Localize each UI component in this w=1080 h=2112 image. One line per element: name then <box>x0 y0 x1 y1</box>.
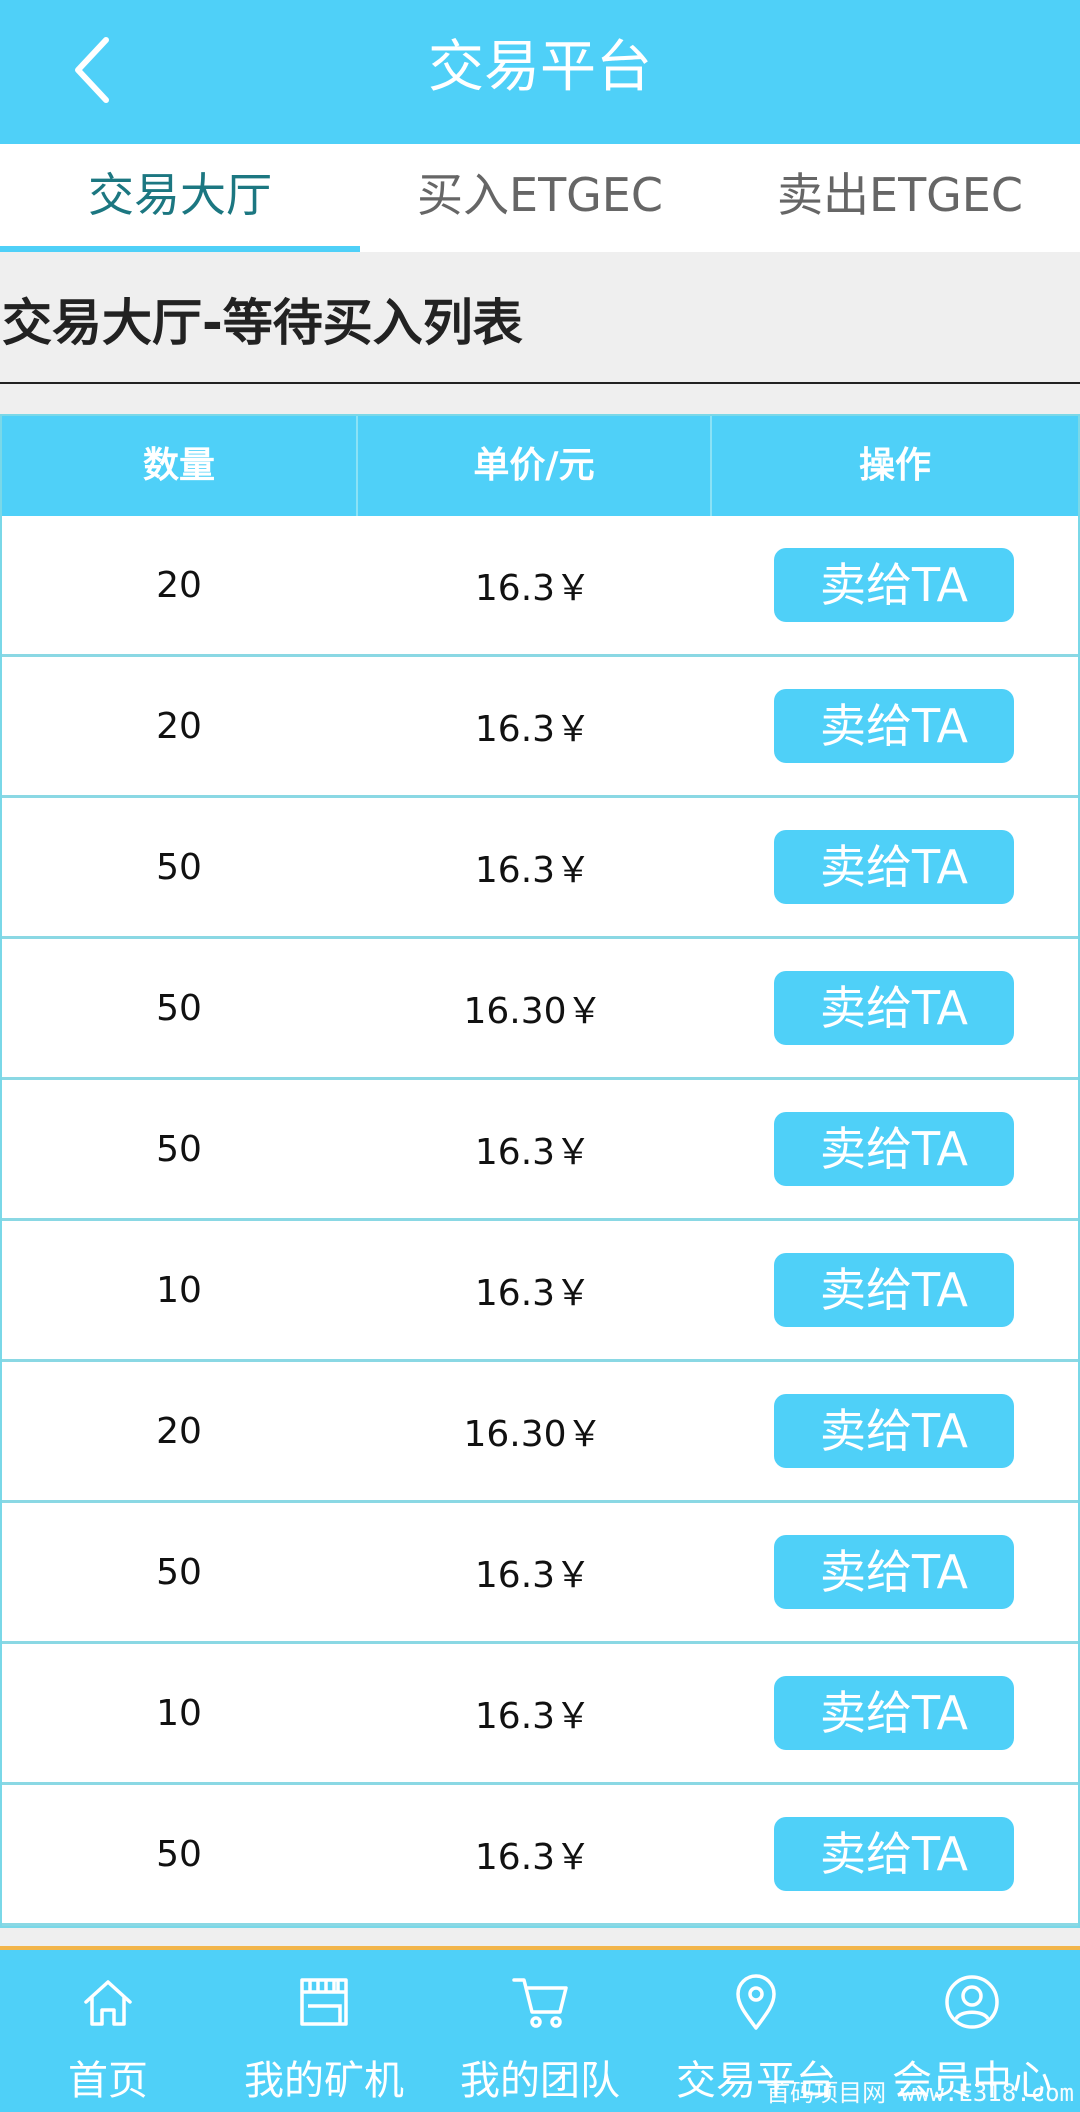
cell-action: 卖给TA <box>710 1112 1078 1186</box>
nav-item-my-miners[interactable]: 我的矿机 <box>216 1950 432 2112</box>
sell-to-buyer-button[interactable]: 卖给TA <box>774 548 1014 622</box>
sell-to-buyer-button[interactable]: 卖给TA <box>774 971 1014 1045</box>
table-row: 20 16.3￥ 卖给TA <box>2 516 1078 657</box>
tab-bar: 交易大厅 买入ETGEC 卖出ETGEC <box>0 144 1080 252</box>
table-row: 50 16.3￥ 卖给TA <box>2 1785 1078 1926</box>
cell-quantity: 50 <box>156 987 202 1029</box>
table-body: 20 16.3￥ 卖给TA 20 16.3￥ 卖给TA 50 16.3￥ 卖给TA 50 16.30… <box>2 516 1078 1926</box>
cell-price: 16.3￥ <box>474 568 592 609</box>
cell-action: 卖给TA <box>710 1676 1078 1750</box>
store-icon <box>300 1978 348 2026</box>
sell-to-buyer-button[interactable]: 卖给TA <box>774 1676 1014 1750</box>
tab-trading-hall[interactable]: 交易大厅 <box>0 144 360 252</box>
page-title: 交易平台 <box>428 35 652 100</box>
cart-icon <box>512 1978 568 2028</box>
cell-action: 卖给TA <box>710 689 1078 763</box>
tab-buy[interactable]: 买入ETGEC <box>360 144 720 252</box>
table-row: 10 16.3￥ 卖给TA <box>2 1644 1078 1785</box>
table-area[interactable]: 数量 单价/元 操作 20 16.3￥ 卖给TA 20 16.3￥ 卖给TA 50 16.3￥… <box>0 384 1080 1946</box>
table-row: 50 16.30￥ 卖给TA <box>2 939 1078 1080</box>
table-row: 20 16.30￥ 卖给TA <box>2 1362 1078 1503</box>
nav-item-home[interactable]: 首页 <box>0 1950 216 2112</box>
cell-action: 卖给TA <box>710 830 1078 904</box>
cell-action: 卖给TA <box>710 1253 1078 1327</box>
home-icon <box>84 1980 132 2026</box>
sell-to-buyer-button[interactable]: 卖给TA <box>774 830 1014 904</box>
table-row: 10 16.3￥ 卖给TA <box>2 1221 1078 1362</box>
cell-price: 16.3￥ <box>474 709 592 750</box>
column-header-quantity: 数量 <box>142 445 215 486</box>
cell-quantity: 10 <box>156 1269 202 1311</box>
nav-label-my-team: 我的团队 <box>460 2058 620 2104</box>
table-row: 20 16.3￥ 卖给TA <box>2 657 1078 798</box>
nav-label-home: 首页 <box>68 2058 148 2104</box>
cell-price: 16.3￥ <box>474 1555 592 1596</box>
nav-label-my-miners: 我的矿机 <box>244 2058 404 2104</box>
cell-price: 16.3￥ <box>474 1273 592 1314</box>
nav-item-my-team[interactable]: 我的团队 <box>432 1950 648 2112</box>
page: 交易平台 交易大厅 买入ETGEC 卖出ETGEC 交易大厅-等待买入列表 数量… <box>0 0 1080 2112</box>
top-bar: 交易平台 <box>0 0 1080 144</box>
column-header-price: 单价/元 <box>356 416 710 516</box>
cell-action: 卖给TA <box>710 1817 1078 1891</box>
cell-price: 16.3￥ <box>474 1696 592 1737</box>
sell-to-buyer-button[interactable]: 卖给TA <box>774 689 1014 763</box>
cell-action: 卖给TA <box>710 1535 1078 1609</box>
user-icon <box>945 1975 999 2029</box>
cell-quantity: 50 <box>156 1833 202 1875</box>
table-row: 50 16.3￥ 卖给TA <box>2 1503 1078 1644</box>
column-header-action: 操作 <box>710 416 1078 516</box>
bottom-nav: 首页 我的矿机 我的团队 交易平台 会员中心 首码项目网 www.E318.co… <box>0 1946 1080 2112</box>
cell-quantity: 50 <box>156 1128 202 1170</box>
cell-price: 16.3￥ <box>474 850 592 891</box>
section-title: 交易大厅-等待买入列表 <box>2 294 523 352</box>
cell-price: 16.30￥ <box>463 1414 603 1455</box>
cell-action: 卖给TA <box>710 971 1078 1045</box>
cell-quantity: 50 <box>156 1551 202 1593</box>
cell-action: 卖给TA <box>710 548 1078 622</box>
cell-quantity: 20 <box>156 564 202 606</box>
table-row: 50 16.3￥ 卖给TA <box>2 1080 1078 1221</box>
sell-to-buyer-button[interactable]: 卖给TA <box>774 1112 1014 1186</box>
cell-price: 16.30￥ <box>463 991 603 1032</box>
sell-to-buyer-button[interactable]: 卖给TA <box>774 1817 1014 1891</box>
sell-to-buyer-button[interactable]: 卖给TA <box>774 1253 1014 1327</box>
tab-sell[interactable]: 卖出ETGEC <box>720 144 1080 252</box>
sell-to-buyer-button[interactable]: 卖给TA <box>774 1394 1014 1468</box>
cell-action: 卖给TA <box>710 1394 1078 1468</box>
cell-quantity: 50 <box>156 846 202 888</box>
section-header: 交易大厅-等待买入列表 <box>0 252 1080 384</box>
cell-quantity: 20 <box>156 705 202 747</box>
sell-to-buyer-button[interactable]: 卖给TA <box>774 1535 1014 1609</box>
cell-price: 16.3￥ <box>474 1132 592 1173</box>
table-row: 50 16.3￥ 卖给TA <box>2 798 1078 939</box>
table-header: 数量 单价/元 操作 <box>2 416 1078 516</box>
cell-quantity: 10 <box>156 1692 202 1734</box>
cell-price: 16.3￥ <box>474 1837 592 1878</box>
location-icon <box>736 1974 776 2030</box>
cell-quantity: 20 <box>156 1410 202 1452</box>
watermark: 首码项目网 www.E318.com <box>766 2079 1074 2107</box>
buy-orders-table: 数量 单价/元 操作 20 16.3￥ 卖给TA 20 16.3￥ 卖给TA 50 16.3￥… <box>0 414 1080 1928</box>
